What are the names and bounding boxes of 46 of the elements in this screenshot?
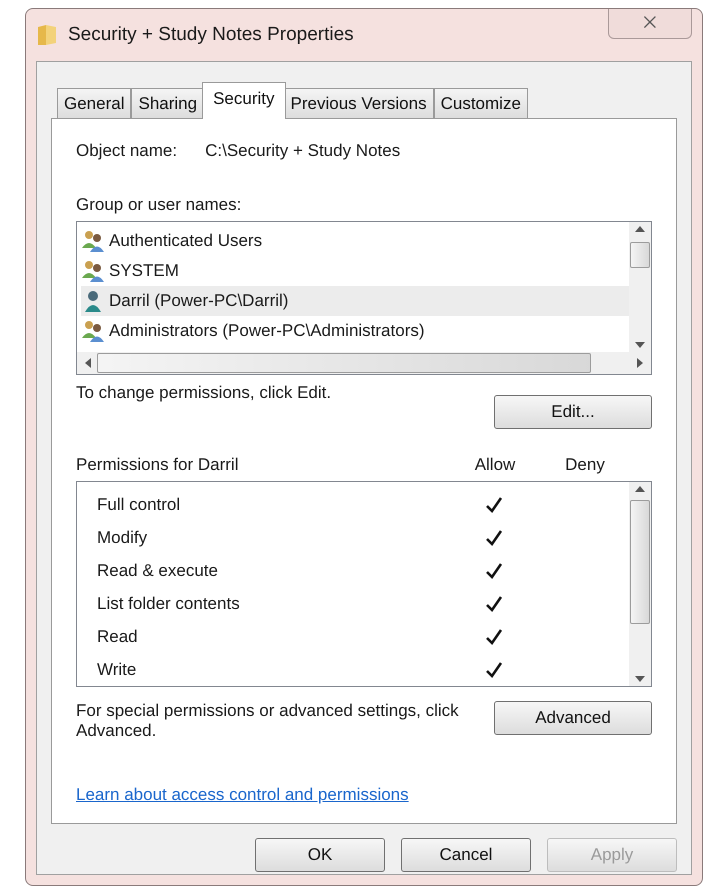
horizontal-scrollbar[interactable] bbox=[77, 352, 651, 374]
user-list-item[interactable]: SYSTEM bbox=[81, 256, 629, 286]
edit-button[interactable]: Edit... bbox=[494, 395, 652, 429]
close-button[interactable]: ⨉ bbox=[608, 9, 692, 39]
scroll-right-icon[interactable] bbox=[637, 358, 643, 368]
permissions-title: Permissions for Darril bbox=[76, 455, 240, 475]
vertical-scrollbar[interactable] bbox=[629, 482, 651, 686]
folder-icon bbox=[36, 23, 58, 47]
scroll-down-icon[interactable] bbox=[635, 342, 645, 348]
scroll-thumb[interactable] bbox=[630, 500, 650, 624]
scroll-up-icon[interactable] bbox=[635, 226, 645, 232]
advanced-button[interactable]: Advanced bbox=[494, 701, 652, 735]
scroll-thumb[interactable] bbox=[97, 353, 591, 373]
window-title: Security + Study Notes Properties bbox=[68, 24, 355, 46]
permission-name: Modify bbox=[97, 528, 148, 548]
tab[interactable]: Previous Versions bbox=[284, 88, 434, 118]
user-list-item[interactable]: Administrators (Power-PC\Administrators) bbox=[81, 316, 629, 346]
permission-name: Read & execute bbox=[97, 560, 219, 580]
dialog-button[interactable]: Cancel bbox=[401, 838, 531, 872]
advanced-hint: For special permissions or advanced settings, click Advanced. bbox=[76, 701, 460, 741]
column-header: Deny bbox=[565, 455, 605, 475]
users-icon bbox=[81, 260, 107, 282]
tab[interactable]: General bbox=[57, 88, 132, 118]
tab[interactable]: Customize bbox=[434, 88, 528, 118]
scroll-thumb[interactable] bbox=[630, 242, 650, 268]
scroll-up-icon[interactable] bbox=[635, 486, 645, 492]
user-list-item[interactable]: Darril (Power-PC\Darril) bbox=[81, 286, 629, 316]
tab[interactable]: Sharing bbox=[131, 88, 204, 118]
dialog-button[interactable]: OK bbox=[255, 838, 385, 872]
user-list-item[interactable]: Authenticated Users bbox=[81, 226, 629, 256]
section-label: Group or user names: bbox=[76, 195, 242, 215]
help-link[interactable]: Learn about access control and permissions bbox=[76, 785, 409, 805]
permission-name: Read bbox=[97, 626, 139, 646]
scroll-left-icon[interactable] bbox=[85, 358, 91, 368]
object-path: C:\Security + Study Notes bbox=[205, 141, 400, 161]
permission-name: Full control bbox=[97, 494, 182, 514]
permission-name: Write bbox=[97, 660, 138, 680]
tab[interactable]: Security bbox=[202, 82, 286, 119]
scroll-down-icon[interactable] bbox=[635, 676, 645, 682]
users-icon bbox=[81, 230, 107, 252]
edit-hint: To change permissions, click Edit. bbox=[76, 383, 332, 403]
vertical-scrollbar[interactable] bbox=[629, 222, 651, 352]
field-label: Object name: bbox=[76, 141, 178, 161]
users-icon bbox=[81, 320, 107, 342]
column-header: Allow bbox=[474, 455, 516, 475]
permission-name: List folder contents bbox=[97, 594, 241, 614]
